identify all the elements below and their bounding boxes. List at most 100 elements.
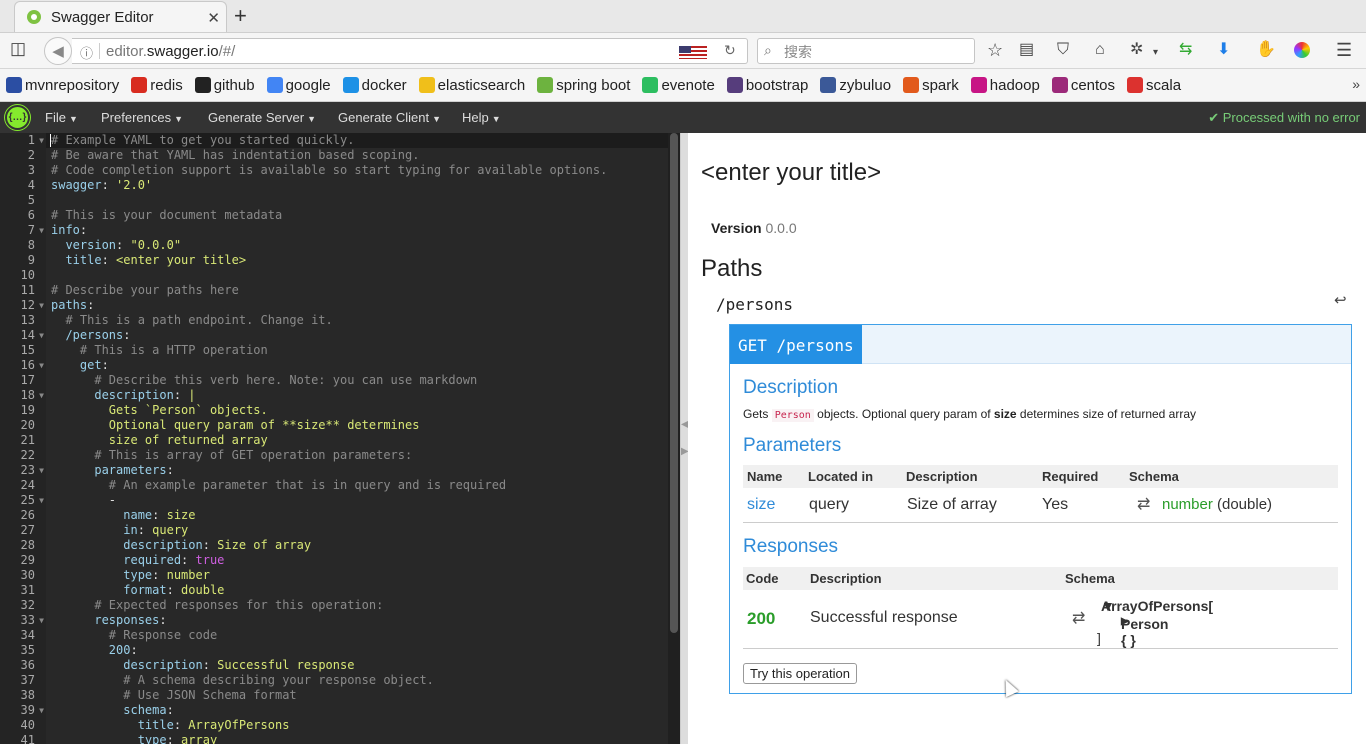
bookmark-hadoop[interactable]: hadoop bbox=[970, 77, 1040, 94]
code-line[interactable]: type: number bbox=[51, 568, 607, 583]
fold-arrow-icon[interactable]: ▼ bbox=[39, 358, 44, 373]
us-flag-icon[interactable] bbox=[679, 46, 707, 59]
code-line[interactable]: # Describe this verb here. Note: you can… bbox=[51, 373, 607, 388]
code-line[interactable]: description: Successful response bbox=[51, 658, 607, 673]
operation-header[interactable]: GET /persons bbox=[730, 325, 1351, 364]
code-line[interactable]: format: double bbox=[51, 583, 607, 598]
bookmark-docker[interactable]: docker bbox=[342, 77, 407, 94]
menu-preferences[interactable]: Preferences ▼ bbox=[101, 110, 183, 125]
fold-arrow-icon[interactable]: ▼ bbox=[39, 463, 44, 478]
schema-toggle-icon[interactable]: ⇄ bbox=[1072, 608, 1085, 628]
fold-arrow-icon[interactable]: ▼ bbox=[39, 298, 44, 313]
bookmark-redis[interactable]: redis bbox=[131, 77, 183, 94]
color-picker-icon[interactable] bbox=[1294, 42, 1310, 58]
new-tab-button[interactable]: + bbox=[234, 3, 247, 29]
download-icon[interactable]: ⬇ bbox=[1217, 41, 1230, 59]
yaml-editor[interactable]: 1 ▼ 2 3 4 5 6 7 ▼ 8 9 10 11 12 ▼ 13 14 ▼ 15 16 ▼ 17 18 ▼ 19 20 21 2… bbox=[0, 133, 680, 744]
code-line[interactable]: # Describe your paths here bbox=[51, 283, 607, 298]
code-line[interactable]: 200: bbox=[51, 643, 607, 658]
bookmark-centos[interactable]: centos bbox=[1051, 77, 1115, 94]
code-line[interactable]: # Response code bbox=[51, 628, 607, 643]
browser-tab[interactable]: Swagger Editor ✕ bbox=[14, 1, 227, 32]
code-line[interactable]: title: <enter your title> bbox=[51, 253, 607, 268]
code-line[interactable]: responses: bbox=[51, 613, 607, 628]
fold-arrow-icon[interactable]: ▼ bbox=[39, 613, 44, 628]
try-operation-button[interactable]: Try this operation bbox=[743, 663, 857, 684]
code-line[interactable]: Gets `Person` objects. bbox=[51, 403, 607, 418]
pane-splitter[interactable]: ◀ ▶ bbox=[680, 133, 689, 744]
bookmark-google[interactable]: google bbox=[266, 77, 331, 94]
menu-generate-client[interactable]: Generate Client ▼ bbox=[338, 110, 441, 125]
editor-scrollbar-thumb[interactable] bbox=[670, 133, 678, 633]
back-button[interactable]: ◀ bbox=[44, 37, 72, 65]
code-line[interactable]: # A schema describing your response obje… bbox=[51, 673, 607, 688]
param-name[interactable]: size bbox=[747, 496, 775, 514]
code-line[interactable]: # This is a path endpoint. Change it. bbox=[51, 313, 607, 328]
code-line[interactable]: info: bbox=[51, 223, 607, 238]
pocket-icon[interactable]: ⛉ bbox=[1057, 41, 1069, 59]
bookmark-spark[interactable]: spark bbox=[903, 77, 959, 94]
code-line[interactable]: # Be aware that YAML has indentation bas… bbox=[51, 148, 607, 163]
code-line[interactable]: # This is array of GET operation paramet… bbox=[51, 448, 607, 463]
code-line[interactable]: in: query bbox=[51, 523, 607, 538]
sidebar-toggle-icon[interactable]: ◫ bbox=[10, 40, 26, 58]
close-tab-icon[interactable]: ✕ bbox=[207, 9, 220, 27]
code-line[interactable]: get: bbox=[51, 358, 607, 373]
code-line[interactable]: # Use JSON Schema format bbox=[51, 688, 607, 703]
jump-to-editor-icon[interactable]: ↩ bbox=[1334, 291, 1347, 309]
reload-icon[interactable]: ↻ bbox=[724, 42, 736, 59]
code-line[interactable]: description: Size of array bbox=[51, 538, 607, 553]
reading-list-icon[interactable]: ▤ bbox=[1019, 41, 1034, 59]
sync-arrows-icon[interactable]: ⇆ bbox=[1179, 41, 1192, 59]
code-line[interactable]: # This is your document metadata bbox=[51, 208, 607, 223]
screenshot-icon[interactable]: ✋ bbox=[1256, 41, 1276, 59]
code-line[interactable]: type: array bbox=[51, 733, 607, 744]
bookmark-evenote[interactable]: evenote bbox=[642, 77, 715, 94]
url-text[interactable]: editor.swagger.io/#/ bbox=[106, 43, 235, 60]
menu-file[interactable]: File ▼ bbox=[45, 110, 78, 125]
code-line[interactable]: name: size bbox=[51, 508, 607, 523]
bookmark-zybuluo[interactable]: zybuluo bbox=[820, 77, 891, 94]
search-input[interactable]: ⌕ 搜索 bbox=[757, 38, 975, 64]
editor-code[interactable]: # Example YAML to get you started quickl… bbox=[51, 133, 607, 744]
code-line[interactable]: /persons: bbox=[51, 328, 607, 343]
menu-generate-server[interactable]: Generate Server ▼ bbox=[208, 110, 316, 125]
code-line[interactable] bbox=[51, 193, 607, 208]
bookmark-star-icon[interactable]: ☆ bbox=[987, 41, 1003, 59]
menu-help[interactable]: Help ▼ bbox=[462, 110, 501, 125]
param-type[interactable]: number bbox=[1162, 496, 1213, 513]
code-line[interactable]: # An example parameter that is in query … bbox=[51, 478, 607, 493]
code-line[interactable]: # Example YAML to get you started quickl… bbox=[51, 133, 607, 148]
info-icon[interactable]: ⓘ bbox=[80, 43, 93, 62]
fold-arrow-icon[interactable]: ▼ bbox=[39, 493, 44, 508]
code-line[interactable]: Optional query param of **size** determi… bbox=[51, 418, 607, 433]
code-line[interactable]: parameters: bbox=[51, 463, 607, 478]
code-line[interactable]: size of returned array bbox=[51, 433, 607, 448]
menu-icon[interactable]: ☰ bbox=[1336, 41, 1352, 59]
fold-arrow-icon[interactable]: ▼ bbox=[39, 223, 44, 238]
bookmark-spring-boot[interactable]: spring boot bbox=[537, 77, 630, 94]
bookmark-elasticsearch[interactable]: elasticsearch bbox=[418, 77, 525, 94]
bookmark-github[interactable]: github bbox=[194, 77, 255, 94]
code-line[interactable]: # Expected responses for this operation: bbox=[51, 598, 607, 613]
operation-verb-path[interactable]: GET /persons bbox=[730, 325, 862, 364]
fold-arrow-icon[interactable]: ▼ bbox=[39, 388, 44, 403]
bookmark-scala[interactable]: scala bbox=[1127, 77, 1181, 94]
bookmark-mvnrepository[interactable]: mvnrepository bbox=[6, 77, 119, 94]
code-line[interactable]: schema: bbox=[51, 703, 607, 718]
code-line[interactable]: required: true bbox=[51, 553, 607, 568]
home-icon[interactable]: ⌂ bbox=[1095, 41, 1105, 59]
code-line[interactable]: # This is a HTTP operation bbox=[51, 343, 607, 358]
code-line[interactable]: swagger: '2.0' bbox=[51, 178, 607, 193]
bookmarks-overflow-icon[interactable]: » bbox=[1352, 76, 1360, 92]
bookmark-bootstrap[interactable]: bootstrap bbox=[726, 77, 808, 94]
code-line[interactable]: # Code completion support is available s… bbox=[51, 163, 607, 178]
fold-arrow-icon[interactable]: ▼ bbox=[39, 328, 44, 343]
fold-arrow-icon[interactable]: ▼ bbox=[39, 133, 44, 148]
code-line[interactable]: version: "0.0.0" bbox=[51, 238, 607, 253]
extension-dropdown-icon[interactable]: ▾ bbox=[1153, 44, 1158, 62]
code-line[interactable]: paths: bbox=[51, 298, 607, 313]
code-line[interactable]: description: | bbox=[51, 388, 607, 403]
url-bar[interactable]: ⓘ editor.swagger.io/#/ ↻ bbox=[72, 38, 748, 64]
code-line[interactable]: title: ArrayOfPersons bbox=[51, 718, 607, 733]
